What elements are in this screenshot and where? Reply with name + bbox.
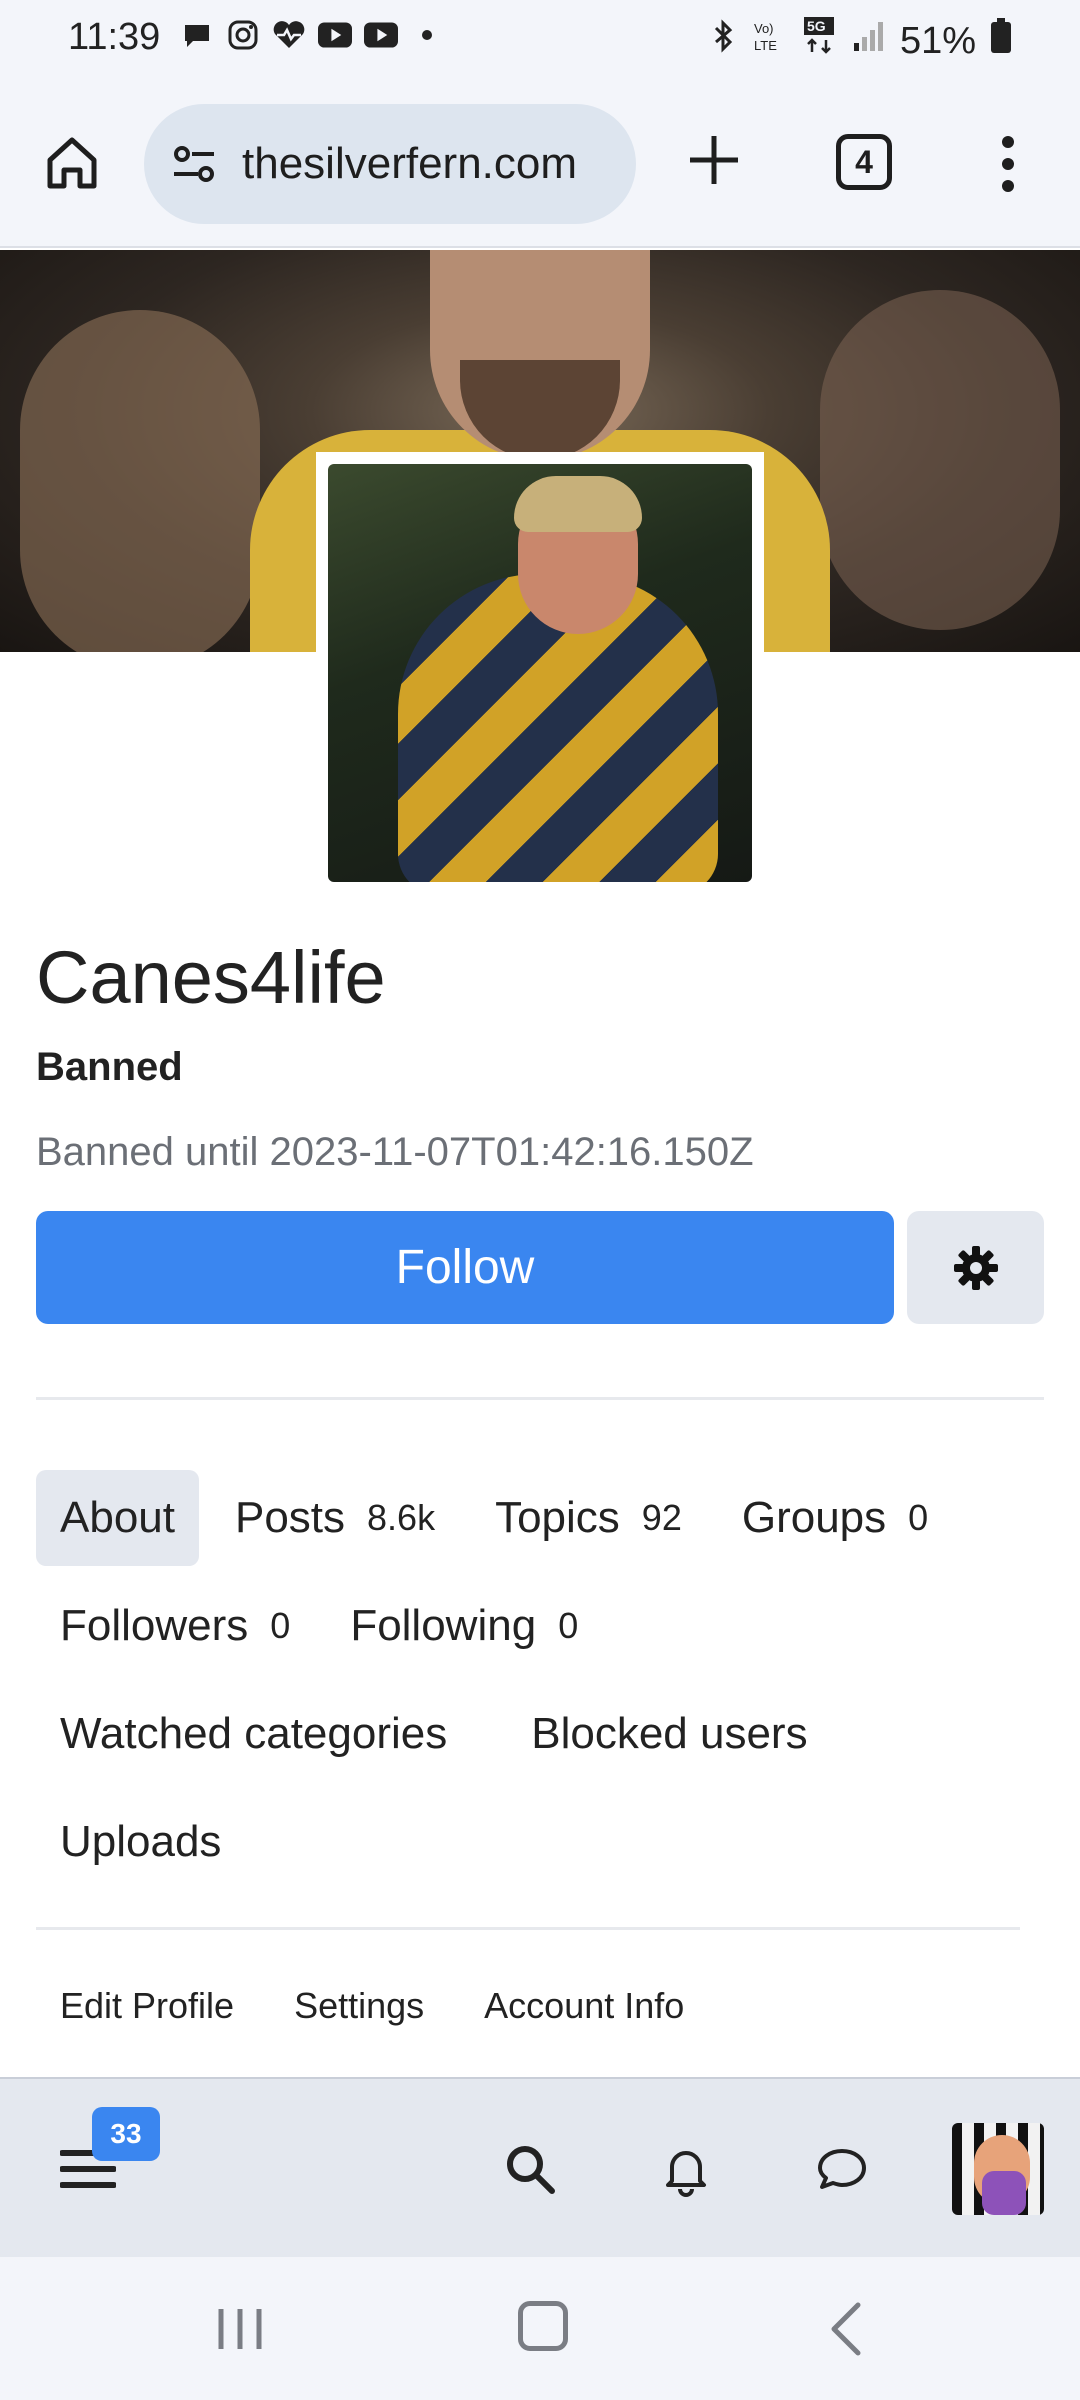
battery-icon [990, 18, 1012, 64]
tab-following-label: Following [350, 1601, 537, 1650]
divider [36, 1927, 1020, 1930]
edit-profile-link[interactable]: Edit Profile [36, 1975, 258, 2037]
system-back-button[interactable] [822, 2299, 868, 2359]
tab-count: 4 [855, 143, 873, 180]
browser-toolbar: thesilverfern.com 4 [0, 80, 1080, 248]
url-text[interactable]: thesilverfern.com [242, 139, 577, 189]
user-avatar-button[interactable] [952, 2123, 1044, 2215]
following-count: 0 [558, 1605, 579, 1646]
groups-count: 0 [908, 1497, 929, 1538]
browser-menu-button[interactable] [988, 132, 1028, 196]
youtube-icon [318, 18, 352, 52]
tab-followers[interactable]: Followers 0 [36, 1578, 314, 1674]
home-button[interactable] [40, 130, 104, 194]
notification-icons [180, 18, 444, 52]
profile-nav-row: About Posts 8.6k Topics 92 Groups 0 [36, 1470, 952, 1566]
more-vert-icon [1002, 136, 1014, 192]
dot-icon [410, 18, 444, 52]
tab-blocked-users-label: Blocked users [531, 1709, 808, 1758]
tab-topics-label: Topics [495, 1493, 620, 1542]
notification-badge: 33 [92, 2107, 160, 2161]
profile-options-button[interactable] [907, 1211, 1044, 1324]
tab-blocked-users[interactable]: Blocked users [507, 1686, 831, 1782]
svg-text:5G: 5G [807, 18, 826, 34]
5g-icon: 5G [802, 16, 838, 66]
site-settings-icon[interactable] [168, 138, 220, 190]
follow-button[interactable]: Follow [36, 1211, 894, 1324]
search-icon [507, 2146, 555, 2194]
tab-groups-label: Groups [741, 1493, 887, 1542]
svg-text:Vo): Vo) [754, 21, 774, 36]
user-status-label: Banned [36, 1045, 183, 1089]
battery-percent: 51% [899, 19, 976, 62]
profile-avatar [316, 452, 764, 894]
address-bar[interactable]: thesilverfern.com [144, 104, 636, 224]
tab-posts[interactable]: Posts 8.6k [211, 1470, 459, 1566]
tab-groups[interactable]: Groups 0 [718, 1470, 952, 1566]
volte-icon: Vo) LTE [752, 18, 788, 64]
bluetooth-icon [710, 18, 738, 64]
tab-switcher-button[interactable]: 4 [836, 134, 892, 190]
tab-about-label: About [60, 1493, 175, 1542]
health-icon [272, 18, 306, 52]
system-navigation-bar [0, 2257, 1080, 2400]
bottom-app-bar: 33 [0, 2077, 1080, 2257]
new-tab-button[interactable] [682, 128, 746, 192]
svg-text:LTE: LTE [754, 38, 777, 53]
tab-following[interactable]: Following 0 [326, 1578, 602, 1674]
divider [36, 1397, 1044, 1400]
tab-topics[interactable]: Topics 92 [471, 1470, 706, 1566]
profile-nav-row: Watched categories Blocked users [36, 1686, 832, 1782]
notifications-button[interactable] [658, 2141, 714, 2197]
followers-count: 0 [270, 1605, 291, 1646]
banned-until-text: Banned until 2023-11-07T01:42:16.150Z [36, 1130, 754, 1174]
home-icon [47, 137, 97, 189]
system-home-button[interactable] [518, 2301, 568, 2351]
chat-bubble-icon [180, 18, 214, 52]
system-status: Vo) LTE 5G 51% [710, 16, 1012, 66]
instagram-icon [226, 18, 260, 52]
profile-nav-row: Uploads [36, 1794, 245, 1890]
plus-icon [690, 136, 738, 184]
status-bar: 11:39 Vo) LTE 5G 51% [0, 0, 1080, 80]
tab-watched-categories[interactable]: Watched categories [36, 1686, 471, 1782]
posts-count: 8.6k [367, 1497, 436, 1538]
tab-watched-categories-label: Watched categories [60, 1709, 448, 1758]
settings-link[interactable]: Settings [270, 1975, 448, 2037]
chat-icon [818, 2149, 866, 2189]
recent-apps-button[interactable] [215, 2305, 265, 2353]
chats-button[interactable] [814, 2141, 870, 2197]
tab-followers-label: Followers [60, 1601, 249, 1650]
search-button[interactable] [502, 2141, 558, 2197]
youtube-icon [364, 18, 398, 52]
profile-nav-row: Followers 0 Following 0 [36, 1578, 602, 1674]
signal-icon [852, 19, 886, 63]
profile-username: Canes4life [36, 936, 386, 1019]
back-icon [831, 2302, 861, 2356]
tab-about[interactable]: About [36, 1470, 199, 1566]
profile-sub-links: Edit Profile Settings Account Info [36, 1975, 720, 2037]
tab-posts-label: Posts [234, 1493, 346, 1542]
status-time: 11:39 [68, 16, 161, 58]
topics-count: 92 [641, 1497, 682, 1538]
recent-apps-icon [218, 2309, 262, 2349]
bell-icon [666, 2151, 706, 2197]
account-info-link[interactable]: Account Info [460, 1975, 708, 2037]
gear-icon [953, 1245, 998, 1290]
tab-uploads-label: Uploads [60, 1817, 222, 1866]
tab-uploads[interactable]: Uploads [36, 1794, 245, 1890]
